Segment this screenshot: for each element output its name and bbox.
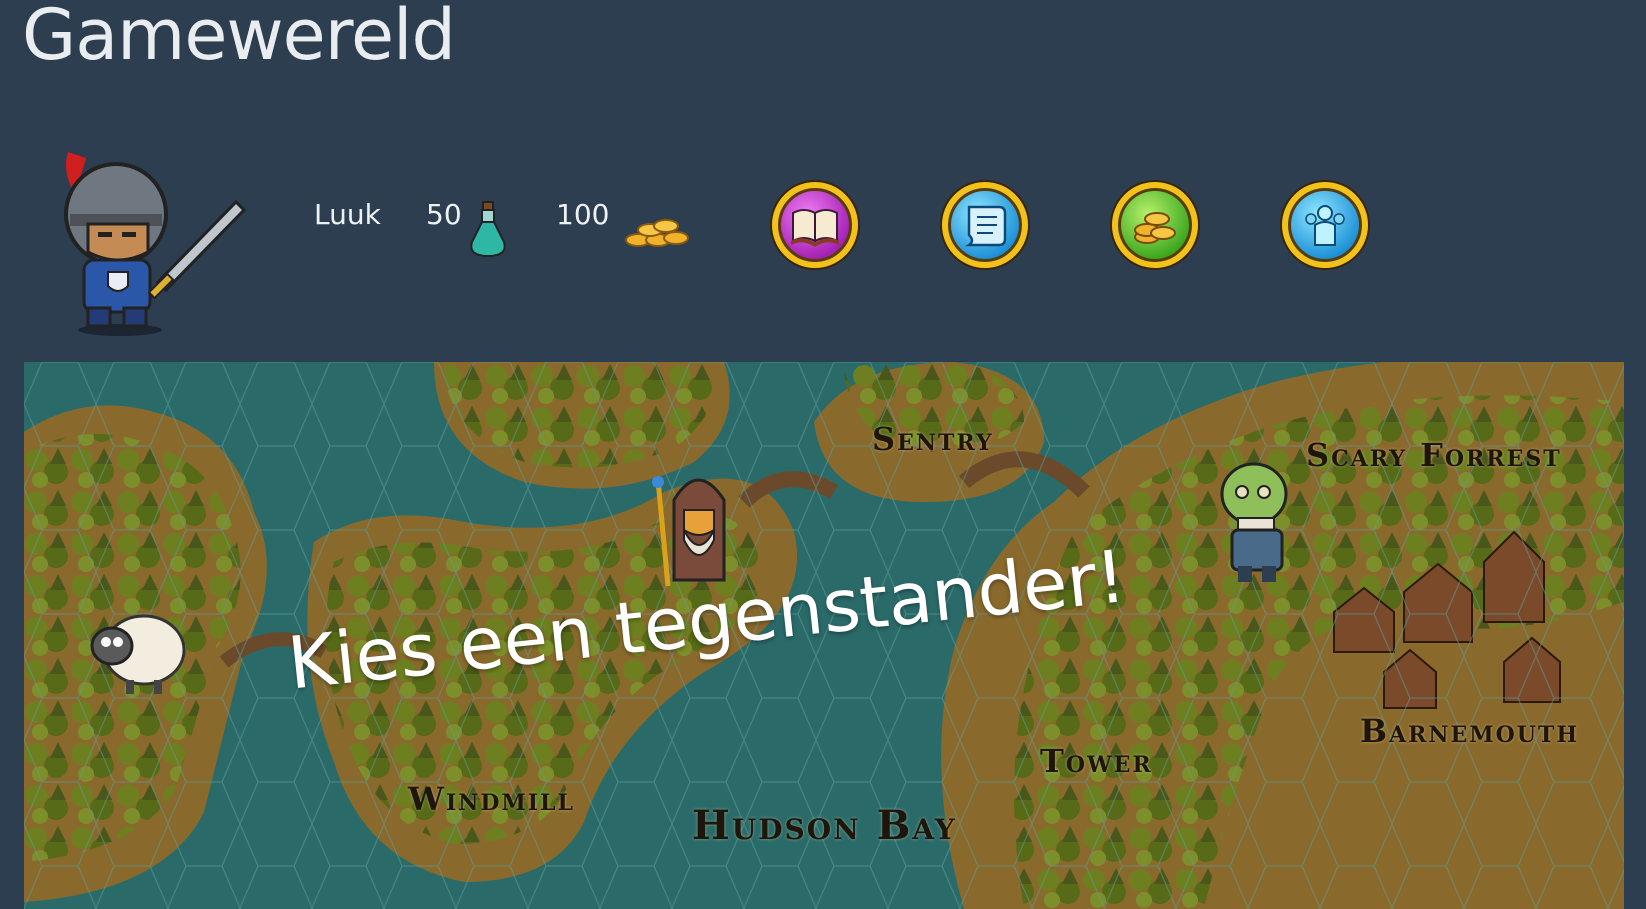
location-scary-forrest[interactable]: Scary Forrest [1306,436,1562,474]
world-map[interactable]: Sentry Scary Forrest Barnemouth Tower Wi… [24,362,1624,909]
wizard-icon [652,476,726,587]
party-icon [1305,205,1345,246]
spellbook-button[interactable] [772,182,858,268]
location-barnemouth[interactable]: Barnemouth [1360,712,1579,750]
player-hud: Luuk 50 100 [0,120,1646,340]
knight-avatar[interactable] [48,132,258,342]
potion-count: 50 [426,198,462,231]
opponent-wizard[interactable] [644,470,744,590]
coins-icon [624,212,690,250]
party-button[interactable] [1282,182,1368,268]
coin-count: 100 [556,198,610,231]
player-name: Luuk [314,198,381,231]
location-tower[interactable]: Tower [1040,742,1153,780]
location-hudson-bay[interactable]: Hudson Bay [692,802,957,849]
scroll-icon [964,205,1007,247]
spellbook-icon [791,209,839,247]
page-title: Gamewereld [22,0,456,76]
coin-stack-icon [1134,212,1176,244]
opponent-sheep[interactable] [82,600,192,700]
quests-button[interactable] [942,182,1028,268]
location-sentry[interactable]: Sentry [872,420,994,458]
opponent-zombie[interactable] [1214,458,1314,588]
location-windmill[interactable]: Windmill [408,780,575,818]
potion-icon [468,200,508,258]
zombie-icon [1220,462,1288,582]
knight-icon [64,152,247,336]
sheep-icon [90,614,186,694]
shop-button[interactable] [1112,182,1198,268]
